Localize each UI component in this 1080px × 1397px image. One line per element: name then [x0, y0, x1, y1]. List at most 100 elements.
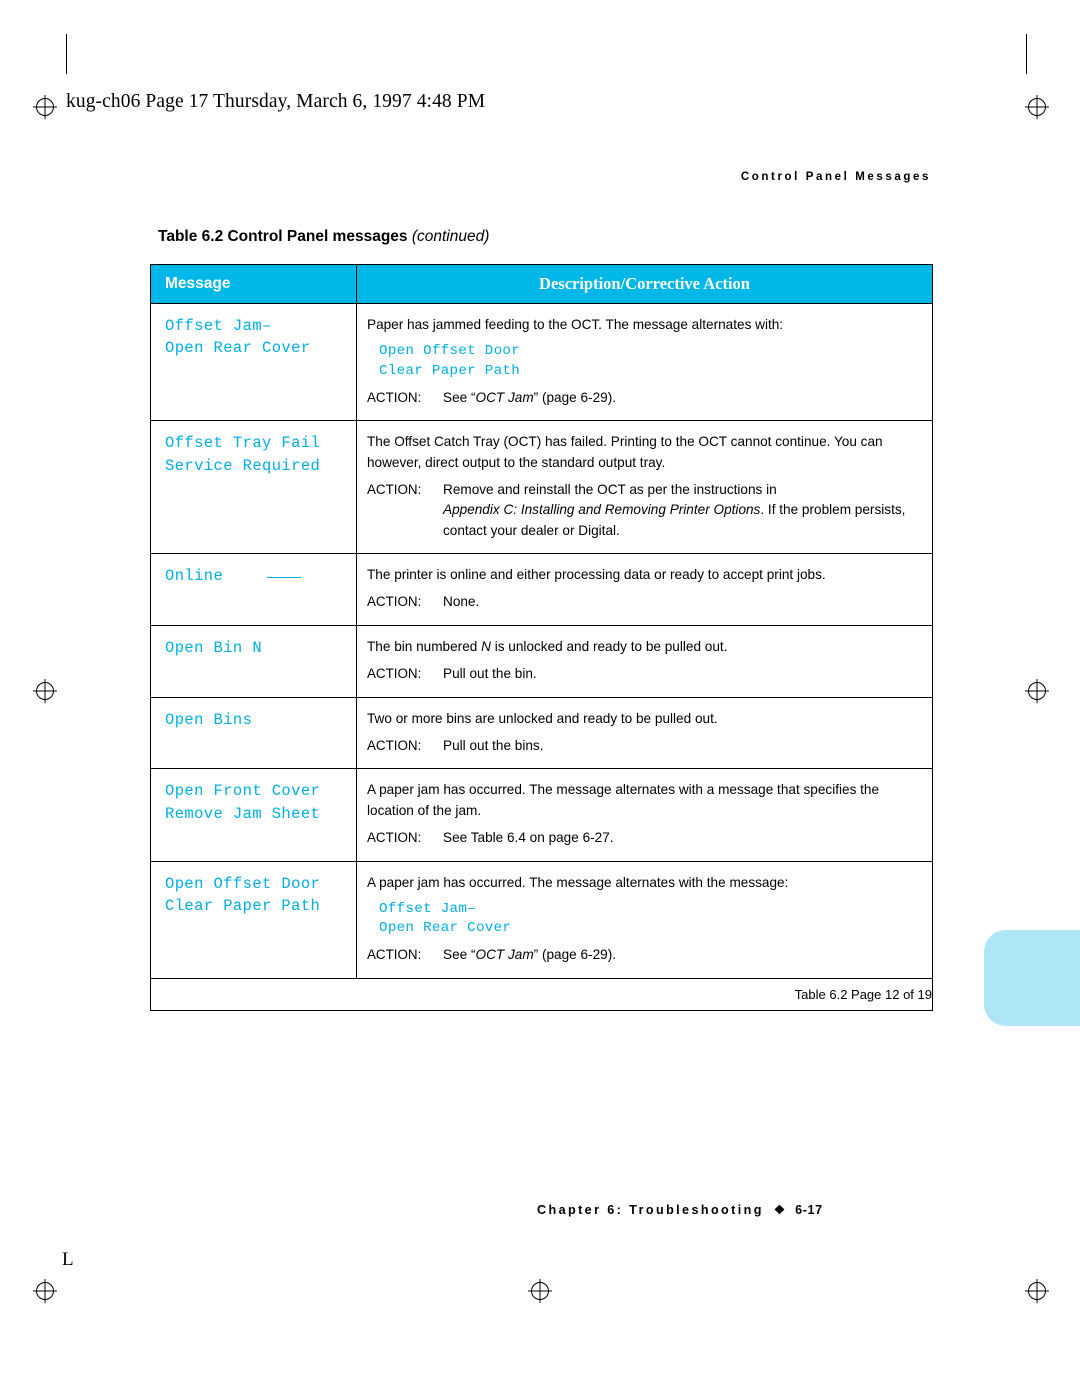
- alternate-message-line: Open Rear Cover: [379, 920, 512, 937]
- message-line: Open Offset Door: [165, 874, 321, 893]
- message-cell: Open Bins: [150, 696, 357, 770]
- description-cell: Two or more bins are unlocked and ready …: [356, 696, 933, 770]
- message-line: Open Front Cover: [165, 782, 321, 801]
- message-line: Remove Jam Sheet: [165, 804, 321, 823]
- action-row: ACTION: See “OCT Jam” (page 6-29).: [367, 945, 922, 965]
- message-line: Offset Tray Fail: [165, 434, 321, 453]
- table-footer-note: Table 6.2 Page 12 of 19: [150, 977, 933, 1011]
- table-caption-continued: (continued): [411, 228, 490, 245]
- action-row: ACTION: None.: [367, 592, 922, 612]
- message-cell: Open Offset Door Clear Paper Path: [150, 860, 357, 979]
- table-row: Open Offset Door Clear Paper Path A pape…: [150, 860, 933, 979]
- alternate-message-line: Offset Jam–: [379, 900, 476, 917]
- page-number: 6-17: [795, 1203, 823, 1217]
- description-cell: The printer is online and either process…: [356, 553, 933, 626]
- action-text: See Table 6.4 on page 6-27.: [443, 830, 614, 846]
- page-edge-tab: [984, 930, 1080, 1026]
- description-intro-pre: The bin numbered: [367, 638, 482, 654]
- registration-mark-top-left: [36, 98, 54, 116]
- running-head: Control Panel Messages: [740, 171, 931, 183]
- control-panel-messages-table: Message Description/Corrective Action Of…: [150, 264, 933, 1011]
- action-text-post: ” (page 6-29).: [533, 389, 617, 405]
- table-row: Open Front Cover Remove Jam Sheet A pape…: [150, 768, 933, 862]
- message-line: Offset Jam–: [165, 317, 272, 335]
- footer-chapter: Chapter 6: Troubleshooting: [537, 1203, 764, 1217]
- action-text-pre: See “: [443, 947, 476, 963]
- message-line: Clear Paper Path: [165, 897, 321, 916]
- action-label: ACTION:: [367, 389, 422, 405]
- description-intro-italic: N: [481, 638, 491, 654]
- message-cell: Open Bin N: [150, 624, 357, 698]
- action-label: ACTION:: [367, 481, 422, 497]
- action-label: ACTION:: [367, 738, 422, 754]
- description-cell: The Offset Catch Tray (OCT) has failed. …: [356, 420, 933, 555]
- table-caption: Table 6.2 Control Panel messages (contin…: [158, 228, 489, 246]
- table-header-row: Message Description/Corrective Action: [150, 264, 933, 304]
- file-header-line: kug-ch06 Page 17 Thursday, March 6, 1997…: [66, 91, 486, 112]
- action-text-continued: Appendix C: Installing and Removing Prin…: [443, 500, 922, 541]
- action-text-italic: OCT Jam: [475, 947, 534, 963]
- registration-mark-bottom-left: [36, 1282, 54, 1300]
- registration-mark-middle-left: [36, 682, 54, 700]
- description-cell: Paper has jammed feeding to the OCT. The…: [356, 302, 933, 422]
- action-row: ACTION: Pull out the bins.: [367, 736, 922, 756]
- message-text: Online: [165, 567, 224, 586]
- message-line: Service Required: [165, 456, 321, 475]
- description-intro: A paper jam has occurred. The message al…: [367, 874, 789, 890]
- message-line: Online: [165, 565, 350, 587]
- registration-mark-top-right: [1028, 98, 1046, 116]
- registration-mark-bottom-center: [531, 1282, 549, 1300]
- message-line: Open Bins: [165, 710, 253, 729]
- action-text: Remove and reinstall the OCT as per the …: [443, 481, 777, 497]
- description-intro-post: is unlocked and ready to be pulled out.: [490, 638, 728, 654]
- table-row: Offset Jam– Open Rear Cover Paper has ja…: [150, 302, 933, 422]
- action-row: ACTION: See Table 6.4 on page 6-27.: [367, 828, 922, 848]
- description-cell: A paper jam has occurred. The message al…: [356, 860, 933, 979]
- description-intro: Paper has jammed feeding to the OCT. The…: [367, 317, 784, 332]
- description-cell: A paper jam has occurred. The message al…: [356, 768, 933, 862]
- table-row: Open Bins Two or more bins are unlocked …: [150, 696, 933, 770]
- description-intro: A paper jam has occurred. The message al…: [367, 782, 880, 818]
- message-text: Open Bin N: [165, 638, 263, 657]
- description-intro: Two or more bins are unlocked and ready …: [367, 710, 718, 726]
- action-text-post: ” (page 6-29).: [533, 947, 617, 963]
- description-intro: The Offset Catch Tray (OCT) has failed. …: [367, 434, 883, 470]
- action-text-italic: OCT Jam: [475, 389, 534, 405]
- message-cell: Offset Jam– Open Rear Cover: [150, 302, 357, 422]
- action-row: ACTION: See “OCT Jam” (page 6-29).: [367, 388, 922, 408]
- action-text: Pull out the bins.: [443, 738, 544, 754]
- message-blank-underline: [267, 577, 302, 579]
- page-footer: Chapter 6: Troubleshooting ❖ 6-17: [537, 1202, 823, 1217]
- alternate-message-line: Open Offset Door: [379, 343, 521, 360]
- action-label: ACTION:: [367, 830, 422, 846]
- description-intro: The bin numbered N is unlocked and ready…: [367, 637, 922, 657]
- table-row: Online The printer is online and either …: [150, 553, 933, 626]
- action-text: Pull out the bin.: [443, 666, 537, 682]
- table-row: Offset Tray Fail Service Required The Of…: [150, 420, 933, 555]
- description-cell: The bin numbered N is unlocked and ready…: [356, 624, 933, 698]
- action-text: See “OCT Jam” (page 6-29).: [443, 945, 922, 965]
- description-intro: The printer is online and either process…: [367, 567, 826, 583]
- crop-mark-top-left-vertical: [66, 34, 67, 74]
- action-label: ACTION:: [367, 666, 422, 682]
- action-text-pre: See “: [443, 389, 476, 405]
- registration-mark-bottom-right: [1028, 1282, 1046, 1300]
- message-cell: Online: [150, 553, 357, 626]
- table-row: Open Bin N The bin numbered N is unlocke…: [150, 624, 933, 698]
- column-header-message: Message: [150, 264, 357, 304]
- action-label: ACTION:: [367, 947, 422, 963]
- table-caption-main: Table 6.2 Control Panel messages: [158, 228, 412, 245]
- action-row: ACTION: Remove and reinstall the OCT as …: [367, 480, 922, 500]
- action-text: None.: [443, 594, 480, 610]
- action-reference-italic: Appendix C: Installing and Removing Prin…: [443, 502, 761, 518]
- message-line: Open Rear Cover: [165, 339, 311, 358]
- message-cell: Offset Tray Fail Service Required: [150, 420, 357, 555]
- action-row: ACTION: Pull out the bin.: [367, 664, 922, 684]
- action-text: See “OCT Jam” (page 6-29).: [443, 388, 922, 408]
- alternate-message-line: Clear Paper Path: [379, 362, 521, 379]
- message-line: Open Bin N: [165, 637, 350, 659]
- action-label: ACTION:: [367, 594, 422, 610]
- corner-crop-mark-label: L: [62, 1249, 74, 1270]
- column-header-description: Description/Corrective Action: [356, 264, 933, 304]
- crop-mark-top-right-vertical: [1026, 34, 1027, 74]
